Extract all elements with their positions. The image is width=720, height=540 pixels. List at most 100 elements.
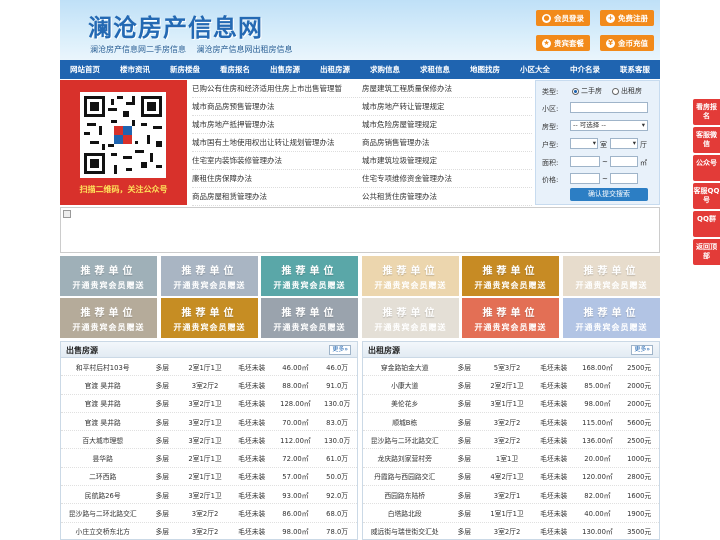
listing-name[interactable]: 昆沙路与二环北路交汇 — [363, 435, 446, 445]
ad-slot[interactable]: 推荐单位 开通贵宾会员赠送 — [362, 298, 459, 338]
ad-slot[interactable]: 推荐单位 开通贵宾会员赠送 — [563, 298, 660, 338]
table-row[interactable]: 昙华路 多层 2室1厅1卫 毛坯未装 72.00㎡ 61.0万 — [61, 449, 357, 468]
table-row[interactable]: 官渡 昊井路 多层 3室2厅2 毛坯未装 88.00㎡ 91.0万 — [61, 376, 357, 395]
table-row[interactable]: 西园路东陆桥 多层 3室2厅1 毛坯未装 82.00㎡ 1600元 — [363, 486, 659, 505]
nav-map-search[interactable]: 地图找房 — [460, 60, 510, 79]
nav-want-rent[interactable]: 求租信息 — [410, 60, 460, 79]
nav-agencies[interactable]: 中介名录 — [560, 60, 610, 79]
side-qq[interactable]: 客服QQ号 — [693, 183, 720, 209]
area-min-input[interactable] — [570, 156, 600, 167]
table-row[interactable]: 美伦花乡 多层 3室1厅1卫 毛坯未装 98.00㎡ 2000元 — [363, 395, 659, 413]
table-row[interactable]: 昆沙路与二环北路交汇 多层 3室2厅2 毛坯未装 136.00㎡ 2500元 — [363, 431, 659, 450]
hall-select[interactable]: ▾ — [610, 138, 638, 149]
news-link[interactable]: 城市建筑垃圾管理规定 — [362, 152, 532, 169]
sale-more-link[interactable]: 更多» — [329, 345, 351, 355]
listing-name[interactable]: 官渡 昊井路 — [61, 398, 144, 408]
listing-name[interactable]: 和平村后村103号 — [61, 362, 144, 372]
table-row[interactable]: 官渡 昊井路 多层 3室2厅1卫 毛坯未装 70.00㎡ 83.0万 — [61, 413, 357, 432]
listing-name[interactable]: 昙华路 — [61, 453, 144, 463]
room-select[interactable]: ▾ — [570, 138, 598, 149]
subtitle-sale-link[interactable]: 澜沧房产信息网二手房信息 — [90, 45, 186, 54]
register-button[interactable]: + 免费注册 — [600, 10, 654, 26]
table-row[interactable]: 小康大道 多层 2室2厅1卫 毛坯未装 85.00㎡ 2000元 — [363, 376, 659, 395]
ad-slot[interactable]: 推荐单位 开通贵宾会员赠送 — [462, 298, 559, 338]
ad-slot[interactable]: 推荐单位 开通贵宾会员赠送 — [462, 256, 559, 296]
vip-package-button[interactable]: ★ 贵宾套餐 — [536, 35, 590, 51]
ad-slot[interactable]: 推荐单位 开通贵宾会员赠送 — [362, 256, 459, 296]
subtitle-rent-link[interactable]: 澜沧房产信息网出租房信息 — [197, 45, 293, 54]
table-row[interactable]: 民航路26号 多层 3室2厅1卫 毛坯未装 93.00㎡ 92.0万 — [61, 486, 357, 505]
table-row[interactable]: 二环西路 多层 2室1厅1卫 毛坯未装 57.00㎡ 50.0万 — [61, 468, 357, 487]
news-link[interactable]: 住宅专项维修资金管理办法 — [362, 170, 532, 187]
nav-for-rent[interactable]: 出租房源 — [310, 60, 360, 79]
nav-for-sale[interactable]: 出售房源 — [260, 60, 310, 79]
news-link[interactable]: 已购公有住房和经济适用住房上市出售管理暂 — [192, 80, 362, 97]
price-min-input[interactable] — [570, 173, 600, 184]
community-input[interactable] — [570, 102, 648, 113]
nav-want-buy[interactable]: 求购信息 — [360, 60, 410, 79]
listing-name[interactable]: 二环西路 — [61, 471, 144, 481]
nav-home[interactable]: 网站首页 — [60, 60, 110, 79]
listing-name[interactable]: 顺城B栋 — [363, 417, 446, 427]
listing-name[interactable]: 西园路东陆桥 — [363, 490, 446, 500]
recharge-button[interactable]: ¥ 金币充值 — [600, 35, 654, 51]
listing-name[interactable]: 小康大道 — [363, 380, 446, 390]
ad-slot[interactable]: 推荐单位 开通贵宾会员赠送 — [60, 298, 157, 338]
ad-slot[interactable]: 推荐单位 开通贵宾会员赠送 — [60, 256, 157, 296]
house-type-select[interactable]: -- 可选择 -- ▾ — [570, 120, 648, 131]
table-row[interactable]: 顺城B栋 多层 3室2厅2 毛坯未装 115.00㎡ 5600元 — [363, 413, 659, 432]
listing-name[interactable]: 小庄立交桥东北方 — [61, 526, 144, 536]
banner-ad[interactable] — [60, 207, 660, 253]
news-link[interactable]: 房屋建筑工程质量保修办法 — [362, 80, 532, 97]
side-wechat[interactable]: 客服微信 — [693, 127, 720, 153]
table-row[interactable]: 官渡 昊井路 多层 3室2厅1卫 毛坯未装 128.00㎡ 130.0万 — [61, 395, 357, 413]
listing-name[interactable]: 龙庆路刘家营村旁 — [363, 453, 446, 463]
nav-news[interactable]: 楼市资讯 — [110, 60, 160, 79]
table-row[interactable]: 百大城市理想 多层 3室2厅1卫 毛坯未装 112.00㎡ 130.0万 — [61, 431, 357, 450]
ad-slot[interactable]: 推荐单位 开通贵宾会员赠送 — [563, 256, 660, 296]
listing-name[interactable]: 丹霞路与西园路交汇 — [363, 471, 446, 481]
table-row[interactable]: 小庄立交桥东北方 多层 3室2厅2 毛坯未装 98.00㎡ 78.0万 — [61, 523, 357, 539]
side-official-account[interactable]: 公众号 — [693, 155, 720, 181]
search-submit-button[interactable]: 确认提交搜索 — [570, 188, 648, 201]
price-max-input[interactable] — [610, 173, 638, 184]
listing-name[interactable]: 威远街与瑞世街交汇处 — [363, 526, 446, 536]
news-link[interactable]: 城市商品房预售管理办法 — [192, 98, 362, 115]
site-title[interactable]: 澜沧房产信息网 — [88, 8, 263, 43]
listing-name[interactable]: 穿金路铂金大道 — [363, 362, 446, 372]
radio-second-hand[interactable]: 二手房 — [572, 86, 602, 96]
table-row[interactable]: 昆沙路与二环北路交汇 多层 3室2厅2 毛坯未装 86.00㎡ 68.0万 — [61, 504, 357, 523]
news-link[interactable]: 商品房屋租赁管理办法 — [192, 188, 362, 205]
login-button[interactable]: ● 会员登录 — [536, 10, 590, 26]
ad-slot[interactable]: 推荐单位 开通贵宾会员赠送 — [161, 256, 258, 296]
listing-name[interactable]: 民航路26号 — [61, 490, 144, 500]
listing-name[interactable]: 百大城市理想 — [61, 435, 144, 445]
news-link[interactable]: 廉租住房保障办法 — [192, 170, 362, 187]
news-link[interactable]: 城市房地产抵押管理办法 — [192, 116, 362, 133]
ad-slot[interactable]: 推荐单位 开通贵宾会员赠送 — [261, 298, 358, 338]
listing-name[interactable]: 美伦花乡 — [363, 398, 446, 408]
side-qq-group[interactable]: QQ群 — [693, 211, 720, 237]
side-back-to-top[interactable]: 返回顶部 — [693, 239, 720, 265]
side-viewing-signup[interactable]: 看房报名 — [693, 99, 720, 125]
news-link[interactable]: 商品房销售管理办法 — [362, 134, 532, 151]
table-row[interactable]: 龙庆路刘家营村旁 多层 1室1卫 毛坯未装 20.00㎡ 1000元 — [363, 449, 659, 468]
ad-slot[interactable]: 推荐单位 开通贵宾会员赠送 — [261, 256, 358, 296]
rent-more-link[interactable]: 更多» — [631, 345, 653, 355]
news-link[interactable]: 城市房地产转让管理规定 — [362, 98, 532, 115]
nav-viewing-signup[interactable]: 看房报名 — [210, 60, 260, 79]
listing-name[interactable]: 官渡 昊井路 — [61, 380, 144, 390]
listing-name[interactable]: 昆沙路与二环北路交汇 — [61, 508, 144, 518]
nav-contact[interactable]: 联系客服 — [610, 60, 660, 79]
news-link[interactable]: 城市危险房屋管理规定 — [362, 116, 532, 133]
news-link[interactable]: 住宅室内装饰装修管理办法 — [192, 152, 362, 169]
news-link[interactable]: 公共租赁住房管理办法 — [362, 188, 532, 205]
listing-name[interactable]: 官渡 昊井路 — [61, 417, 144, 427]
area-max-input[interactable] — [610, 156, 638, 167]
radio-rent[interactable]: 出租房 — [612, 86, 642, 96]
table-row[interactable]: 白塔路北段 多层 1室1厅1卫 毛坯未装 40.00㎡ 1900元 — [363, 504, 659, 523]
table-row[interactable]: 和平村后村103号 多层 2室1厅1卫 毛坯未装 46.00㎡ 46.0万 — [61, 358, 357, 377]
table-row[interactable]: 威远街与瑞世街交汇处 多层 3室2厅2 毛坯未装 130.00㎡ 3500元 — [363, 523, 659, 539]
nav-communities[interactable]: 小区大全 — [510, 60, 560, 79]
listing-name[interactable]: 白塔路北段 — [363, 508, 446, 518]
